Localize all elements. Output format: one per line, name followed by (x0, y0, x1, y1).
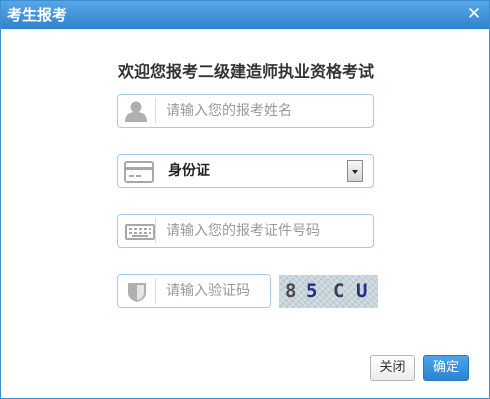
captcha-image[interactable]: 8 5 C U (279, 275, 378, 308)
dropdown-arrow-icon[interactable] (347, 160, 363, 182)
field-divider (155, 278, 156, 304)
close-icon[interactable]: ✕ (465, 4, 483, 24)
field-divider (155, 98, 156, 124)
user-icon (124, 100, 148, 122)
register-dialog: 考生报考 ✕ 欢迎您报考二级建造师执业资格考试 请输入您的报考姓名 身份证 请输… (0, 0, 490, 399)
id-card-icon (124, 161, 154, 183)
dialog-title: 考生报考 (7, 6, 68, 24)
captcha-placeholder: 请输入验证码 (166, 283, 250, 299)
shield-icon (126, 281, 148, 303)
welcome-heading: 欢迎您报考二级建造师执业资格考试 (117, 62, 374, 81)
dialog-titlebar[interactable]: 考生报考 ✕ (1, 1, 489, 29)
captcha-char: 8 (285, 280, 297, 302)
close-button[interactable]: 关闭 (370, 355, 415, 381)
captcha-field[interactable]: 请输入验证码 (117, 274, 271, 308)
id-number-placeholder: 请输入您的报考证件号码 (166, 223, 320, 239)
keyboard-icon (125, 224, 155, 246)
id-type-value: 身份证 (168, 163, 210, 179)
id-number-field[interactable]: 请输入您的报考证件号码 (117, 214, 374, 248)
captcha-char: 5 (306, 280, 318, 302)
captcha-char: U (356, 280, 368, 302)
captcha-char: C (333, 280, 345, 302)
name-field[interactable]: 请输入您的报考姓名 (117, 94, 374, 128)
id-type-select[interactable]: 身份证 (117, 154, 374, 188)
field-divider (155, 218, 156, 244)
name-placeholder: 请输入您的报考姓名 (166, 103, 292, 119)
confirm-button[interactable]: 确定 (423, 355, 469, 381)
